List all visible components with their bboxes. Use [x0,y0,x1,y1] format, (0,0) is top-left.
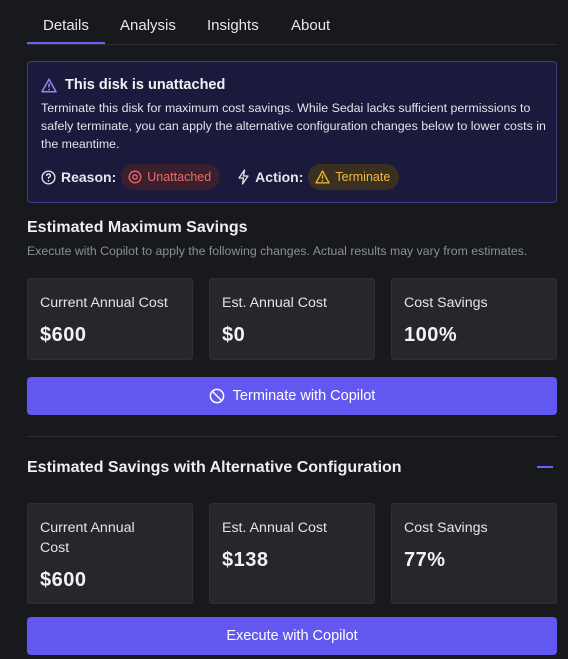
card-value: $138 [222,549,269,571]
card-value: 77% [404,549,446,571]
target-icon [128,170,142,184]
question-circle-icon [41,169,56,185]
tab-analysis[interactable]: Analysis [120,17,176,34]
max-savings-subtitle: Execute with Copilot to apply the follow… [27,244,528,258]
execute-with-copilot-button[interactable]: Execute with Copilot [27,617,557,655]
tab-details[interactable]: Details [27,17,105,44]
tab-bar: Details Analysis Insights About [27,0,557,45]
cost-savings-card: Cost Savings 100% [391,278,557,360]
alt-est-annual-cost-card: Est. Annual Cost $138 [209,503,375,604]
est-annual-cost-card: Est. Annual Cost $0 [209,278,375,360]
alert-title: This disk is unattached [41,77,225,93]
action-badge: Terminate [308,164,400,190]
card-label: Est. Annual Cost [222,295,327,311]
card-label: Cost Savings [404,295,488,311]
card-value: $0 [222,324,246,346]
card-value: $600 [40,569,87,591]
section-divider [27,436,557,437]
terminate-with-copilot-button[interactable]: Terminate with Copilot [27,377,557,415]
reason-label: Reason: [41,169,116,185]
current-annual-cost-card: Current Annual Cost $600 [27,278,193,360]
reason-badge: Unattached [121,164,221,190]
card-label: Current Annual Cost [40,520,135,556]
card-label: Cost Savings [404,520,488,536]
lightning-icon [238,169,249,185]
max-savings-title: Estimated Maximum Savings [27,219,248,236]
alert-meta-row: Reason: Unattached Action: Terminate [41,164,400,190]
action-label: Action: [237,169,303,185]
warning-icon [315,170,331,184]
card-label: Est. Annual Cost [222,520,327,536]
card-label: Current Annual Cost [40,295,168,311]
alert-title-text: This disk is unattached [65,77,226,93]
warning-icon [41,77,57,93]
tab-about[interactable]: About [291,17,330,34]
alt-cost-savings-card: Cost Savings 77% [391,503,557,604]
alt-config-title: Estimated Savings with Alternative Confi… [27,459,402,476]
collapse-icon[interactable] [537,466,553,468]
alert-description: Terminate this disk for maximum cost sav… [41,101,546,151]
tab-insights[interactable]: Insights [207,17,259,34]
alt-current-annual-cost-card: Current Annual Cost $600 [27,503,193,604]
card-value: $600 [40,324,87,346]
unattached-alert: This disk is unattached Terminate this d… [27,61,557,203]
prohibited-icon [209,388,225,404]
card-value: 100% [404,324,458,346]
